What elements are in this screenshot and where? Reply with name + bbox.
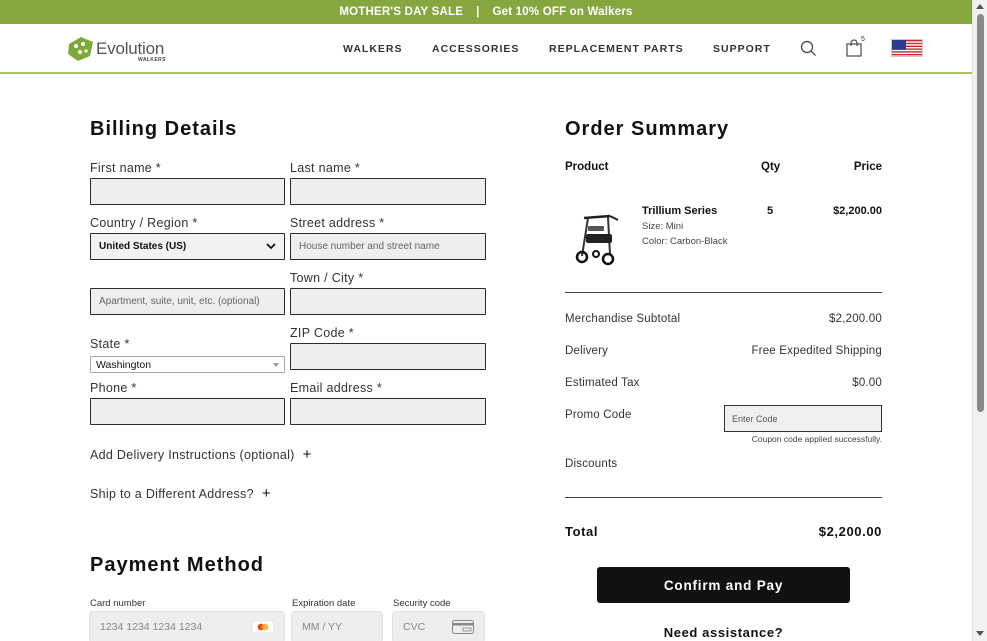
state-select[interactable]: Washington [90, 356, 285, 373]
cart-count-badge: 5 [861, 36, 865, 43]
nav-support[interactable]: SUPPORT [713, 43, 771, 55]
scroll-up-arrow-icon[interactable] [976, 4, 984, 9]
promo-code-label: Promo Code [565, 409, 632, 421]
street-address-field[interactable]: House number and street name [290, 233, 486, 260]
product-size: Size: Mini [642, 221, 684, 232]
product-price: $2,200.00 [833, 205, 882, 217]
payment-method-heading: Payment Method [90, 554, 265, 576]
logo-mark-icon [68, 37, 93, 61]
estimated-tax-value: $0.00 [852, 377, 882, 389]
need-assistance-link[interactable]: Need assistance? [597, 625, 850, 640]
nav-walkers[interactable]: WALKERS [343, 43, 403, 55]
last-name-field[interactable] [290, 178, 486, 205]
expiration-placeholder: MM / YY [302, 621, 343, 633]
card-number-placeholder: 1234 1234 1234 1234 [100, 621, 203, 633]
price-column-header: Price [853, 161, 882, 173]
street-address-label: Street address * [290, 216, 385, 230]
product-column-header: Product [565, 161, 609, 173]
total-label: Total [565, 524, 599, 539]
town-city-field[interactable] [290, 288, 486, 315]
total-value: $2,200.00 [818, 524, 882, 539]
email-label: Email address * [290, 381, 383, 395]
email-field[interactable] [290, 398, 486, 425]
delivery-label: Delivery [565, 345, 609, 357]
apartment-field[interactable]: Apartment, suite, unit, etc. (optional) [90, 288, 285, 315]
estimated-tax-label: Estimated Tax [565, 377, 640, 389]
page-scrollbar[interactable] [972, 0, 987, 641]
subtotal-value: $2,200.00 [829, 313, 882, 325]
security-code-label: Security code [393, 598, 451, 609]
scroll-down-arrow-icon[interactable] [976, 631, 984, 636]
town-city-label: Town / City * [290, 271, 364, 285]
state-select-value: Washington [96, 358, 152, 371]
cvc-card-icon [452, 620, 474, 634]
delivery-instructions-toggle[interactable]: Add Delivery Instructions (optional) + [90, 446, 312, 463]
subtotal-label: Merchandise Subtotal [565, 313, 681, 325]
product-thumbnail [575, 214, 619, 266]
order-summary-heading: Order Summary [565, 118, 730, 140]
nav-accessories[interactable]: ACCESSORIES [432, 43, 519, 55]
site-header: Evolution WALKERS WALKERS ACCESSORIES RE… [0, 24, 972, 74]
card-number-label: Card number [90, 598, 146, 609]
product-color: Color: Carbon-Black [642, 236, 728, 247]
first-name-field[interactable] [90, 178, 285, 205]
first-name-label: First name * [90, 161, 161, 175]
promo-sale-text: MOTHER'S DAY SALE [339, 6, 464, 18]
qty-column-header: Qty [761, 161, 781, 173]
phone-label: Phone * [90, 381, 137, 395]
product-qty: 5 [767, 205, 774, 217]
zip-code-field[interactable] [290, 343, 486, 370]
promo-code-input[interactable]: Enter Code [724, 405, 882, 432]
promo-separator: | [476, 6, 480, 18]
cvc-placeholder: CVC [403, 621, 426, 633]
plus-icon: + [302, 446, 312, 463]
state-label: State * [90, 337, 130, 351]
expiration-date-label: Expiration date [292, 598, 356, 609]
chevron-down-icon [266, 243, 276, 250]
security-code-field[interactable]: CVC [392, 611, 485, 641]
ship-different-address-label: Ship to a Different Address? [90, 486, 254, 501]
delivery-value: Free Expedited Shipping [751, 345, 882, 357]
scrollbar-thumb[interactable] [977, 14, 984, 412]
us-flag-icon[interactable] [891, 39, 923, 57]
product-name: Trillium Series [642, 205, 718, 217]
summary-divider-bottom [565, 497, 882, 498]
shopping-bag-icon[interactable] [846, 39, 862, 57]
discounts-label: Discounts [565, 458, 618, 470]
country-select[interactable]: United States (US) [90, 233, 285, 260]
expiration-date-field[interactable]: MM / YY [291, 611, 383, 641]
delivery-instructions-label: Add Delivery Instructions (optional) [90, 447, 295, 462]
nav-replacement-parts[interactable]: REPLACEMENT PARTS [549, 43, 684, 55]
plus-icon: + [261, 485, 271, 502]
summary-divider-top [565, 292, 882, 293]
ship-different-address-toggle[interactable]: Ship to a Different Address? + [90, 485, 271, 502]
last-name-label: Last name * [290, 161, 361, 175]
evolution-logo[interactable]: Evolution WALKERS [66, 33, 176, 67]
logo-text: Evolution [96, 39, 165, 58]
country-select-value: United States (US) [99, 241, 187, 252]
card-brand-icon [252, 621, 274, 633]
search-icon[interactable] [800, 40, 817, 57]
confirm-and-pay-button[interactable]: Confirm and Pay [597, 567, 850, 603]
billing-details-heading: Billing Details [90, 118, 238, 140]
promo-banner[interactable]: MOTHER'S DAY SALE | Get 10% OFF on Walke… [0, 0, 972, 24]
zip-code-label: ZIP Code * [290, 326, 354, 340]
promo-offer-text: Get 10% OFF on Walkers [492, 6, 633, 18]
coupon-success-message: Coupon code applied successfully. [751, 434, 882, 444]
country-label: Country / Region * [90, 216, 198, 230]
phone-field[interactable] [90, 398, 285, 425]
card-number-field[interactable]: 1234 1234 1234 1234 [89, 611, 285, 641]
chevron-down-icon [273, 362, 279, 367]
logo-subtext: WALKERS [138, 57, 166, 63]
